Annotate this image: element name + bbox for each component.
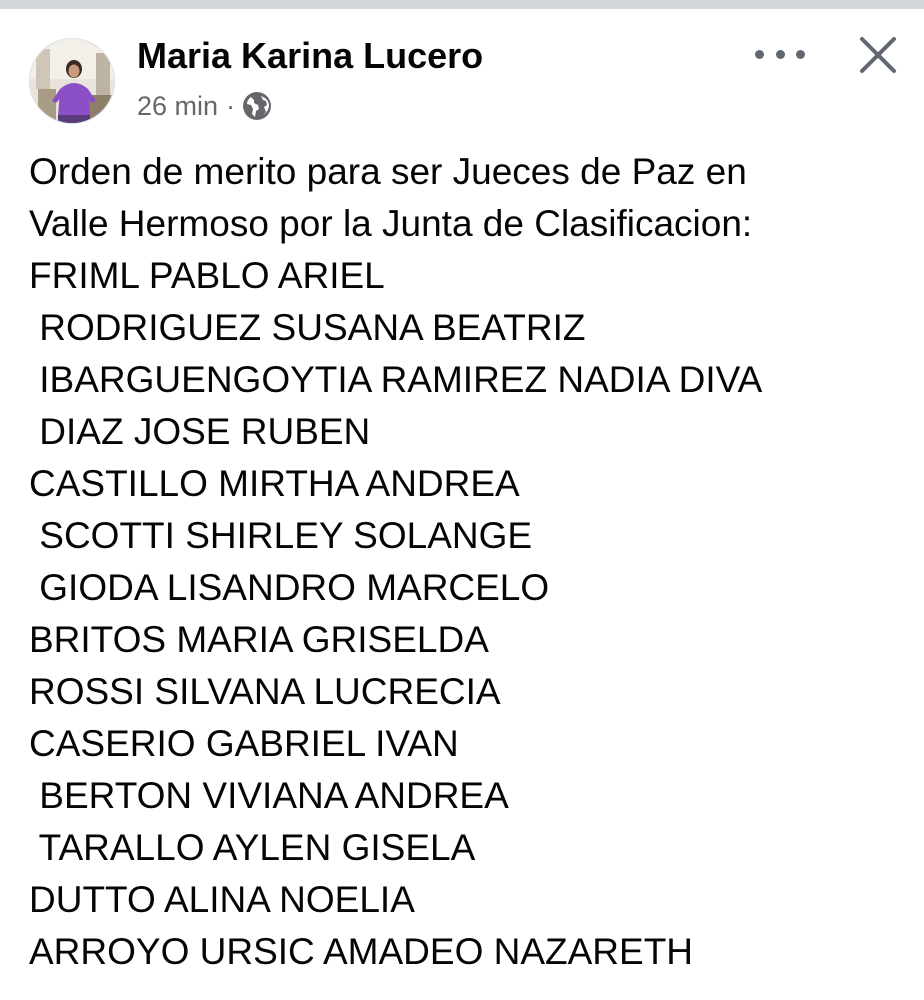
post-timestamp[interactable]: 26 min xyxy=(137,91,218,122)
post-line: CASTILLO MIRTHA ANDREA xyxy=(29,463,520,504)
post-line: TARALLO AYLEN GISELA xyxy=(29,827,476,868)
avatar[interactable] xyxy=(29,38,115,124)
profile-photo-icon xyxy=(30,39,114,123)
post-line: IBARGUENGOYTIA RAMIREZ NADIA DIVA xyxy=(29,359,763,400)
meta-separator: · xyxy=(226,90,236,121)
dot xyxy=(775,49,785,59)
post-line: BERTON VIVIANA ANDREA xyxy=(29,775,509,816)
close-icon[interactable] xyxy=(856,33,900,77)
post-line: CASERIO GABRIEL IVAN xyxy=(29,723,459,764)
post-line: GIODA LISANDRO MARCELO xyxy=(29,567,550,608)
post-line: RODRIGUEZ SUSANA BEATRIZ xyxy=(29,307,586,348)
post-line: Valle Hermoso por la Junta de Clasificac… xyxy=(29,203,753,244)
post-line: Orden de merito para ser Jueces de Paz e… xyxy=(29,151,747,192)
post-text: Orden de merito para ser Jueces de Paz e… xyxy=(29,146,909,978)
post-line: FRIML PABLO ARIEL xyxy=(29,255,385,296)
author-name[interactable]: Maria Karina Lucero xyxy=(137,34,483,78)
post-line: ARROYO URSIC AMADEO NAZARETH xyxy=(29,931,694,972)
post-line: SCOTTI SHIRLEY SOLANGE xyxy=(29,515,533,556)
dot xyxy=(796,49,805,59)
post-line: BRITOS MARIA GRISELDA xyxy=(29,619,489,660)
top-divider-bar xyxy=(0,0,924,9)
post-line: DUTTO ALINA NOELIA xyxy=(29,879,415,920)
post-meta: 26 min · xyxy=(137,86,273,126)
more-options-icon[interactable] xyxy=(755,36,805,72)
globe-icon[interactable] xyxy=(241,90,273,122)
post-line: DIAZ JOSE RUBEN xyxy=(29,411,371,452)
post-line: ROSSI SILVANA LUCRECIA xyxy=(29,671,501,712)
dot xyxy=(755,49,764,59)
